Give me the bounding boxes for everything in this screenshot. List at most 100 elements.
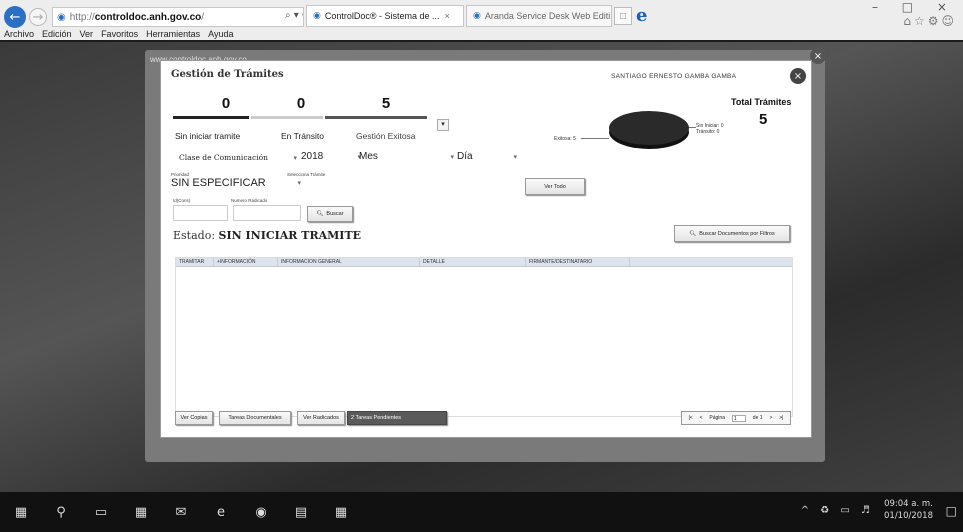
outlook-icon[interactable]: ✉ <box>170 505 192 520</box>
mes-value: Mes <box>359 151 378 162</box>
tray-icons[interactable]: ^ ♻ ▭ ♬ <box>801 505 874 516</box>
column-detalle[interactable]: DETALLE <box>420 258 526 266</box>
windows-start-icon[interactable]: ▦ <box>10 505 32 520</box>
buscar-button[interactable]: 🔍︎ Buscar <box>307 206 353 222</box>
ie-logo-icon: e <box>636 5 648 26</box>
tab-en-transito[interactable]: En Tránsito <box>281 131 324 141</box>
tab-controldoc[interactable]: ◉ ControlDoc® - Sistema de ... × <box>306 5 464 27</box>
menu-ver[interactable]: Ver <box>80 29 94 42</box>
close-tab-icon[interactable]: × <box>445 11 450 21</box>
media-icon[interactable]: ◉ <box>250 505 272 520</box>
first-page-icon[interactable]: |< <box>688 415 692 421</box>
clase-select[interactable]: Clase de Comunicación ▾ <box>179 153 297 162</box>
pie-chart <box>609 111 689 145</box>
id-label: Id(Cons) <box>173 198 191 203</box>
clase-value: Clase de Comunicación <box>179 153 268 162</box>
mes-select[interactable]: Mes ▾ <box>359 151 454 162</box>
total-label: Total Trámites <box>731 97 792 107</box>
table-header: TRAMITAR +INFORMACIÓN INFORMACION GENERA… <box>176 258 792 267</box>
total-value: 5 <box>759 111 768 128</box>
user-name: SANTIAGO ERNESTO GAMBA GAMBA <box>611 73 737 80</box>
tramites-modal: Gestión de Trámites SANTIAGO ERNESTO GAM… <box>160 60 812 438</box>
id-input[interactable] <box>173 205 228 221</box>
menu-herramientas[interactable]: Herramientas <box>146 29 200 42</box>
home-favorites-settings-icons[interactable]: ⌂☆⚙☺ <box>903 14 957 28</box>
address-scheme: http:// <box>69 11 95 23</box>
address-bar[interactable]: ◉ http://controldoc.anh.gov.co/ ⌕ ▾ C <box>52 7 304 27</box>
counter-sin-iniciar: 0 <box>221 95 231 112</box>
menu-favoritos[interactable]: Favoritos <box>101 29 138 42</box>
search-icon: 🔍︎ <box>689 230 697 237</box>
page-input[interactable]: 1 <box>731 414 746 422</box>
address-path: / <box>201 11 205 23</box>
numero-radicado-input[interactable] <box>233 205 301 221</box>
ver-todo-button[interactable]: Ver Todo <box>525 178 585 195</box>
column-tramitar[interactable]: TRAMITAR <box>176 258 214 266</box>
column-informacion[interactable]: +INFORMACIÓN <box>214 258 278 266</box>
year-select[interactable]: 2018 ▾ <box>301 151 361 162</box>
column-extra <box>630 258 792 266</box>
estado-prefix: Estado: <box>173 229 216 242</box>
next-page-icon[interactable]: > <box>769 415 772 421</box>
estado-value: SIN INICIAR TRAMITE <box>218 229 362 242</box>
outer-close-icon[interactable]: × <box>810 48 826 64</box>
clock-date: 01/10/2018 <box>884 511 933 521</box>
prioridad-select[interactable]: SIN ESPECIFICAR ▾ <box>171 177 301 189</box>
pie-leader-line <box>688 127 696 128</box>
excel-icon[interactable]: ▦ <box>130 505 152 520</box>
buscar-label: Buscar <box>326 211 344 217</box>
new-tab-icon[interactable]: □ <box>614 7 632 25</box>
dia-value: Día <box>457 151 473 162</box>
tareas-pendientes-button[interactable]: 2 Tareas Pendientes <box>347 411 447 425</box>
column-informacion-general[interactable]: INFORMACION GENERAL <box>278 258 420 266</box>
tramites-table: TRAMITAR +INFORMACIÓN INFORMACION GENERA… <box>175 257 793 417</box>
ver-radicados-button[interactable]: Ver Radicados <box>297 411 345 425</box>
pie-leader-line <box>581 138 609 139</box>
tab-aranda[interactable]: ◉ Aranda Service Desk Web Editi... <box>466 5 612 27</box>
pie-label-transito: Tránsito: 0 <box>696 129 720 135</box>
tab-favicon-icon: ◉ <box>473 11 481 21</box>
chevron-down-icon: ▾ <box>513 153 517 161</box>
clock-time: 09:04 a. m. <box>884 499 933 509</box>
column-firmante[interactable]: FIRMANTE/DESTINATARIO <box>526 258 630 266</box>
menu-edicion[interactable]: Edición <box>42 29 72 42</box>
file-explorer-icon[interactable]: ▤ <box>290 505 312 520</box>
ver-todo-label: Ver Todo <box>544 183 566 190</box>
counter-bar <box>325 116 427 119</box>
chevron-down-icon: ▾ <box>297 180 301 187</box>
counter-gestion-exitosa: 5 <box>381 95 391 112</box>
search-refresh-icon[interactable]: ⌕ ▾ C <box>285 10 303 21</box>
close-icon[interactable]: × <box>790 68 806 84</box>
chevron-down-icon: ▾ <box>450 153 454 161</box>
edge-icon[interactable]: e <box>210 505 232 520</box>
counter-bar <box>173 116 249 119</box>
system-tray: ^ ♻ ▭ ♬ 09:04 a. m. 01/10/2018 <box>801 498 933 522</box>
modal-title: Gestión de Trámites <box>171 69 284 80</box>
window-controls-icon[interactable]: – □ × <box>872 0 957 14</box>
search-icon[interactable]: ⚲ <box>50 505 72 520</box>
back-arrow-icon[interactable]: ← <box>4 6 26 28</box>
dropdown-toggle-icon[interactable]: ▾ <box>437 119 449 131</box>
of-pages-label: de 1 <box>752 415 763 421</box>
ver-copias-button[interactable]: Ver Copias <box>175 411 213 425</box>
spreadsheet-icon[interactable]: ▦ <box>330 505 352 520</box>
notifications-icon[interactable]: □ <box>946 504 957 518</box>
tab-sin-iniciar[interactable]: Sin iniciar tramite <box>175 131 240 141</box>
menu-ayuda[interactable]: Ayuda <box>208 29 233 42</box>
prev-page-icon[interactable]: < <box>700 415 703 421</box>
address-domain: controldoc.anh.gov.co <box>94 11 202 23</box>
year-value: 2018 <box>301 151 324 162</box>
forward-arrow-icon[interactable]: → <box>29 8 47 26</box>
menu-archivo[interactable]: Archivo <box>4 29 34 42</box>
task-view-icon[interactable]: ▭ <box>90 505 112 520</box>
clock[interactable]: 09:04 a. m. 01/10/2018 <box>884 498 933 522</box>
site-icon: ◉ <box>57 11 66 23</box>
last-page-icon[interactable]: >| <box>779 415 783 421</box>
numero-radicado-label: Numero Radicado <box>231 198 268 203</box>
dia-select[interactable]: Día ▾ <box>457 151 517 162</box>
buscar-filtros-button[interactable]: 🔍︎ Buscar Documentos por Filtros <box>674 225 790 242</box>
tab-gestion-exitosa[interactable]: Gestión Exitosa <box>356 131 416 141</box>
counter-bar <box>251 116 323 119</box>
taskbar: ▦ ⚲ ▭ ▦ ✉ e ◉ ▤ ▦ ^ ♻ ▭ ♬ 09:04 a. m. 01… <box>0 492 963 532</box>
tareas-documentales-button[interactable]: Tareas Documentales <box>219 411 291 425</box>
